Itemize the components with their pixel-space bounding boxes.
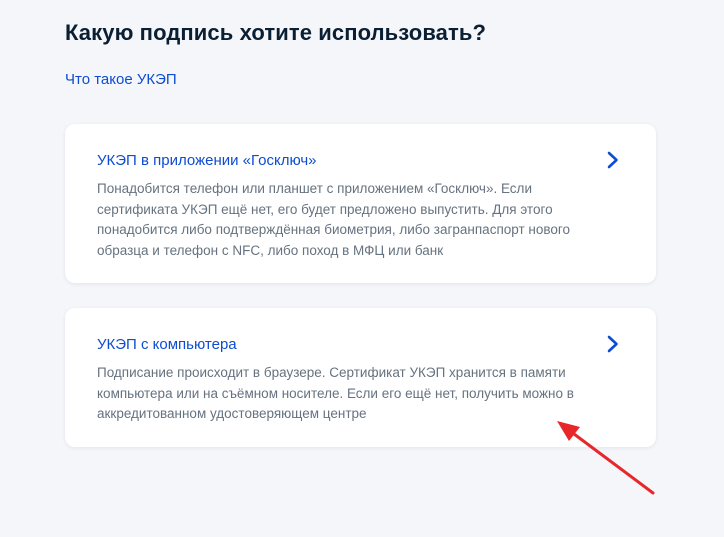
chevron-right-icon <box>607 335 618 353</box>
page-title: Какую подпись хотите использовать? <box>65 20 487 45</box>
signature-choice-page: Какую подпись хотите использовать? Что т… <box>0 0 724 537</box>
what-is-ukep-link[interactable]: Что такое УКЭП <box>65 71 177 88</box>
option-card-goskey[interactable]: УКЭП в приложении «Госключ» Понадобится … <box>65 124 656 283</box>
option-description-computer: Подписание происходит в браузере. Сертиф… <box>97 365 574 421</box>
option-description-goskey: Понадобится телефон или планшет с прилож… <box>97 181 571 258</box>
option-title-computer: УКЭП с компьютера <box>97 336 237 353</box>
chevron-right-icon <box>607 151 618 169</box>
red-arrow-icon <box>557 421 655 495</box>
option-title-goskey: УКЭП в приложении «Госключ» <box>97 152 317 169</box>
